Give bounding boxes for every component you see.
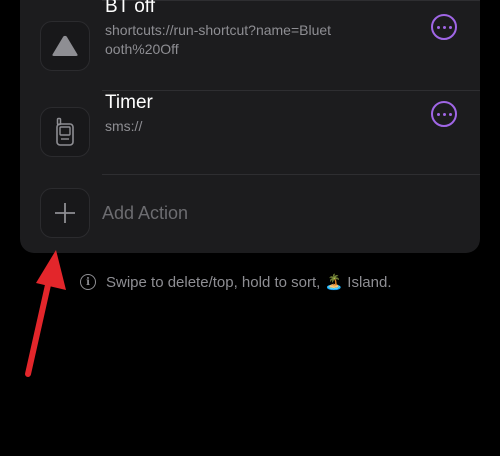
hint-text: Swipe to delete/top, hold to sort, 🏝️ Is…	[106, 274, 392, 291]
action-url: shortcuts://run-shortcut?name=Bluetooth%…	[105, 22, 332, 57]
add-action-row[interactable]: Add Action	[20, 175, 480, 253]
action-title: BT off	[105, 0, 155, 17]
action-icon-box	[40, 107, 90, 157]
info-icon: i	[80, 274, 96, 290]
add-action-button[interactable]	[40, 188, 90, 238]
plus-icon	[55, 203, 75, 223]
screen: BT off shortcuts://run-shortcut?name=Blu…	[0, 0, 500, 456]
action-url: sms://	[105, 118, 143, 134]
action-row-bt-off[interactable]: BT off shortcuts://run-shortcut?name=Blu…	[20, 0, 480, 91]
action-icon-box	[40, 21, 90, 71]
action-title: Timer	[105, 92, 153, 113]
more-options-button[interactable]	[431, 14, 457, 40]
actions-card: BT off shortcuts://run-shortcut?name=Blu…	[20, 0, 480, 253]
action-row-timer[interactable]: Timer sms://	[20, 91, 480, 175]
hint-row: i Swipe to delete/top, hold to sort, 🏝️ …	[80, 273, 392, 291]
flip-phone-icon	[56, 117, 74, 146]
more-options-button[interactable]	[431, 101, 457, 127]
add-action-label[interactable]: Add Action	[102, 203, 188, 224]
triangle-icon	[52, 35, 78, 56]
